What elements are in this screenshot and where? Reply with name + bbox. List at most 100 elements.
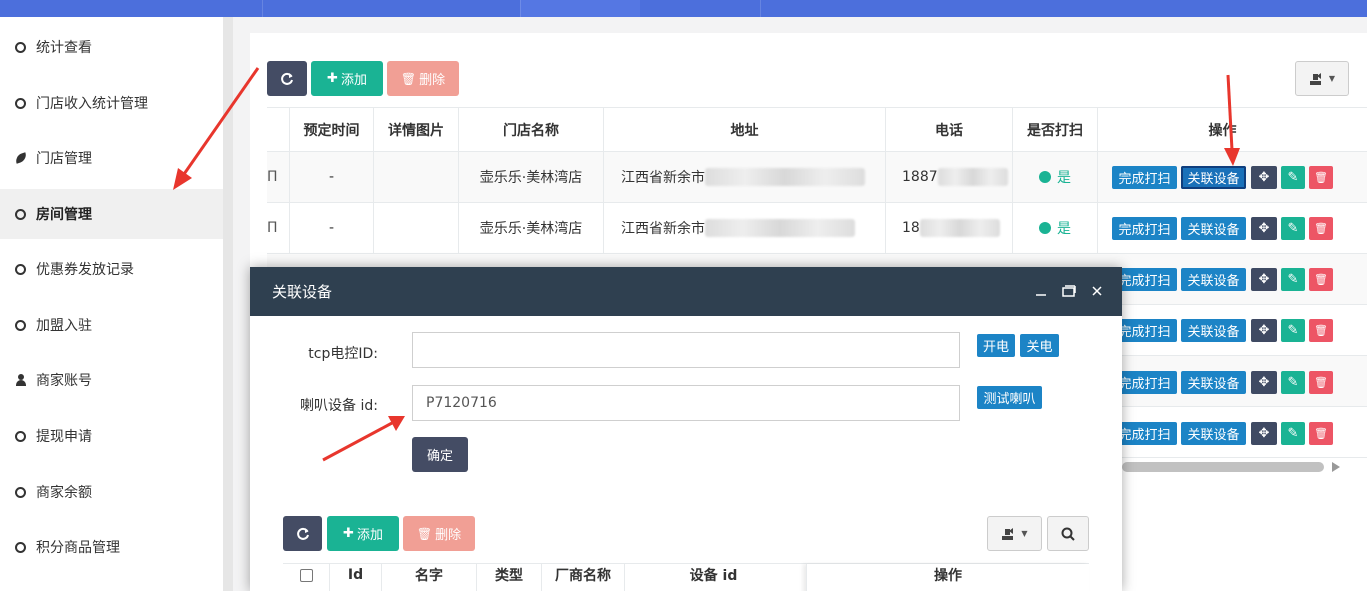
- column-header[interactable]: 类型: [476, 564, 541, 591]
- trash-icon: 🗑: [1314, 324, 1328, 337]
- delete-row-button[interactable]: 🗑: [1309, 319, 1333, 342]
- top-nav-segment[interactable]: [262, 0, 520, 17]
- close-icon[interactable]: [1087, 280, 1107, 302]
- link-device-button[interactable]: 关联设备: [1181, 166, 1246, 189]
- sidebar-scrollbar[interactable]: [223, 17, 233, 591]
- sidebar-item-store-management[interactable]: 门店管理: [0, 133, 223, 183]
- sidebar-item-room-management[interactable]: 房间管理: [0, 189, 223, 239]
- maximize-icon[interactable]: [1059, 280, 1079, 302]
- column-header[interactable]: 操作: [1097, 108, 1347, 152]
- finish-clean-button[interactable]: 完成打扫: [1112, 166, 1177, 189]
- link-device-button[interactable]: 关联设备: [1181, 268, 1246, 291]
- edit-button[interactable]: ✎: [1281, 268, 1305, 291]
- top-nav-segment[interactable]: [760, 0, 880, 17]
- move-button[interactable]: ✥: [1251, 371, 1277, 394]
- sidebar-item-label: 商家余额: [36, 485, 92, 501]
- column-header-label: 名字: [415, 568, 443, 584]
- dialog-delete-button[interactable]: 🗑 删除: [403, 516, 475, 551]
- move-button[interactable]: ✥: [1251, 422, 1277, 445]
- trash-icon: 🗑: [1314, 171, 1328, 184]
- edit-button[interactable]: ✎: [1281, 371, 1305, 394]
- link-device-button[interactable]: 关联设备: [1181, 217, 1246, 240]
- circle-icon: [15, 319, 26, 331]
- column-header[interactable]: 电话: [885, 108, 1012, 152]
- dialog-add-button[interactable]: ✚ 添加: [327, 516, 399, 551]
- edit-button[interactable]: ✎: [1281, 217, 1305, 240]
- column-header[interactable]: 地址: [603, 108, 885, 152]
- move-button[interactable]: ✥: [1251, 268, 1277, 291]
- delete-row-button[interactable]: 🗑: [1309, 268, 1333, 291]
- speaker-id-input[interactable]: P7120716: [412, 385, 960, 421]
- column-header[interactable]: Id: [329, 564, 381, 591]
- sidebar-item-merchant-balance[interactable]: 商家余额: [0, 467, 223, 517]
- table-cell: Π: [267, 220, 278, 236]
- delete-row-button[interactable]: 🗑: [1309, 166, 1333, 189]
- scroll-right-icon[interactable]: [1332, 462, 1340, 472]
- dialog-search-button[interactable]: [1047, 516, 1089, 551]
- sidebar-item-stats[interactable]: 统计查看: [0, 22, 223, 72]
- circle-icon: [15, 97, 26, 109]
- edit-button[interactable]: ✎: [1281, 166, 1305, 189]
- link-device-button[interactable]: 关联设备: [1181, 422, 1246, 445]
- sidebar-item-store-income[interactable]: 门店收入统计管理: [0, 78, 223, 128]
- edit-button[interactable]: ✎: [1281, 422, 1305, 445]
- power-on-button[interactable]: 开电: [977, 334, 1015, 357]
- move-button[interactable]: ✥: [1251, 319, 1277, 342]
- delete-row-button[interactable]: 🗑: [1309, 422, 1333, 445]
- column-header[interactable]: 门店名称: [458, 108, 603, 152]
- delete-button[interactable]: 🗑 删除: [387, 61, 459, 96]
- sidebar-item-coupon-records[interactable]: 优惠券发放记录: [0, 244, 223, 294]
- dialog-export-dropdown-button[interactable]: ▼: [987, 516, 1042, 551]
- move-button[interactable]: ✥: [1251, 217, 1277, 240]
- circle-icon: [15, 430, 26, 442]
- sidebar-item-merchant-account[interactable]: 商家账号: [0, 355, 223, 405]
- tcp-id-label: tcp电控ID:: [308, 346, 378, 362]
- circle-icon: [15, 41, 26, 53]
- column-header[interactable]: 设备 id: [624, 564, 802, 591]
- refresh-button[interactable]: [267, 61, 307, 96]
- sidebar-item-franchise[interactable]: 加盟入驻: [0, 300, 223, 350]
- delete-button-label: 删除: [419, 73, 446, 88]
- add-button[interactable]: ✚ 添加: [311, 61, 383, 96]
- dialog-header[interactable]: 关联设备: [250, 267, 1122, 316]
- tcp-id-input[interactable]: [412, 332, 960, 368]
- move-icon: ✥: [1258, 323, 1270, 338]
- finish-clean-button[interactable]: 完成打扫: [1112, 217, 1177, 240]
- test-speaker-button[interactable]: 测试喇叭: [977, 386, 1042, 409]
- plus-icon: ✚: [327, 71, 338, 86]
- column-header-label: 操作: [934, 568, 962, 584]
- circle-icon: [15, 263, 26, 275]
- column-header[interactable]: 是否打扫: [1012, 108, 1097, 152]
- pencil-icon: ✎: [1287, 221, 1299, 236]
- delete-row-button[interactable]: 🗑: [1309, 217, 1333, 240]
- link-device-button[interactable]: 关联设备: [1181, 319, 1246, 342]
- top-navbar: [0, 0, 1367, 17]
- link-device-button[interactable]: 关联设备: [1181, 371, 1246, 394]
- column-header[interactable]: 厂商名称: [541, 564, 624, 591]
- minimize-icon[interactable]: [1031, 280, 1051, 302]
- edit-button[interactable]: ✎: [1281, 319, 1305, 342]
- column-header[interactable]: 详情图片: [373, 108, 458, 152]
- column-header[interactable]: 预定时间: [289, 108, 373, 152]
- confirm-button[interactable]: 确定: [412, 437, 468, 472]
- sidebar-item-withdrawal[interactable]: 提现申请: [0, 411, 223, 461]
- export-dropdown-button[interactable]: ▼: [1295, 61, 1349, 96]
- sidebar: 统计查看 门店收入统计管理 门店管理 房间管理 优惠券发放记录 加盟入驻 商家账…: [0, 17, 223, 591]
- power-off-button[interactable]: 关电: [1020, 334, 1059, 357]
- top-nav-segment[interactable]: [520, 0, 640, 17]
- horizontal-scrollbar-thumb[interactable]: [1122, 462, 1324, 472]
- column-header-label: 类型: [495, 568, 523, 584]
- move-button[interactable]: ✥: [1251, 166, 1277, 189]
- clean-status-text: 是: [1057, 170, 1071, 186]
- checkbox-icon[interactable]: [299, 568, 313, 582]
- column-header[interactable]: 操作: [806, 564, 1089, 591]
- dialog-title: 关联设备: [272, 283, 333, 301]
- select-all-checkbox-cell[interactable]: [283, 564, 329, 591]
- column-header[interactable]: 名字: [381, 564, 476, 591]
- sidebar-item-points-goods[interactable]: 积分商品管理: [0, 522, 223, 572]
- plus-icon: ✚: [343, 526, 354, 541]
- move-icon: ✥: [1258, 426, 1270, 441]
- delete-row-button[interactable]: 🗑: [1309, 371, 1333, 394]
- table-cell-phone: 18: [885, 203, 1012, 253]
- dialog-refresh-button[interactable]: [283, 516, 322, 551]
